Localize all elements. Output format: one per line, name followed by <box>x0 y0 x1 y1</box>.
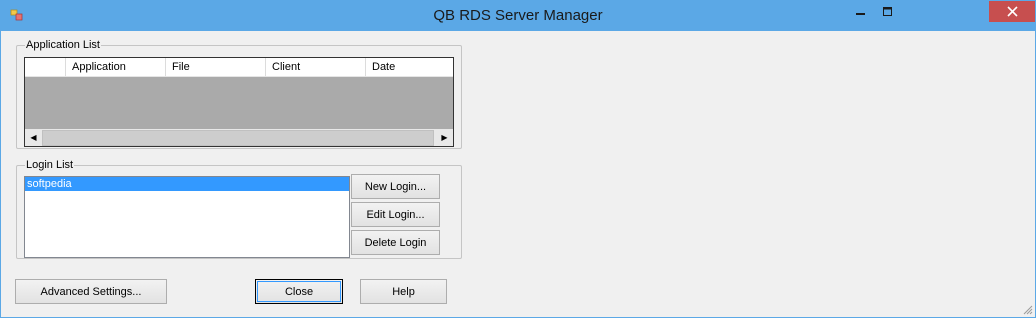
maximize-icon[interactable] <box>873 1 903 23</box>
column-header-application[interactable]: Application <box>66 58 166 76</box>
advanced-settings-button[interactable]: Advanced Settings... <box>15 279 167 304</box>
minimize-icon[interactable] <box>846 1 876 23</box>
close-icon[interactable] <box>989 1 1035 22</box>
list-header: Application File Client Date <box>25 58 453 77</box>
scroll-left-arrow-icon[interactable]: ◀ <box>25 129 42 146</box>
list-item[interactable]: softpedia <box>25 177 349 191</box>
scroll-thumb[interactable] <box>42 130 434 146</box>
client-area: Application List Application File Client… <box>8 31 1028 311</box>
help-button[interactable]: Help <box>360 279 447 304</box>
application-list-view[interactable]: Application File Client Date ◀ ▶ <box>24 57 454 147</box>
horizontal-scrollbar[interactable]: ◀ ▶ <box>25 129 453 146</box>
delete-login-button[interactable]: Delete Login <box>351 230 440 255</box>
resize-grip-icon[interactable] <box>1021 303 1033 315</box>
column-header-blank[interactable] <box>25 58 66 76</box>
column-header-client[interactable]: Client <box>266 58 366 76</box>
new-login-button[interactable]: New Login... <box>351 174 440 199</box>
main-window: QB RDS Server Manager Application List A… <box>0 0 1036 318</box>
list-body-empty[interactable] <box>25 77 453 129</box>
close-button[interactable]: Close <box>255 279 343 304</box>
login-list-box[interactable]: softpedia <box>24 176 350 258</box>
column-header-file[interactable]: File <box>166 58 266 76</box>
column-header-date[interactable]: Date <box>366 58 453 76</box>
application-list-legend: Application List <box>26 39 100 51</box>
edit-login-button[interactable]: Edit Login... <box>351 202 440 227</box>
title-bar[interactable]: QB RDS Server Manager <box>1 1 1035 31</box>
login-list-legend: Login List <box>26 159 74 171</box>
scroll-right-arrow-icon[interactable]: ▶ <box>436 129 453 146</box>
